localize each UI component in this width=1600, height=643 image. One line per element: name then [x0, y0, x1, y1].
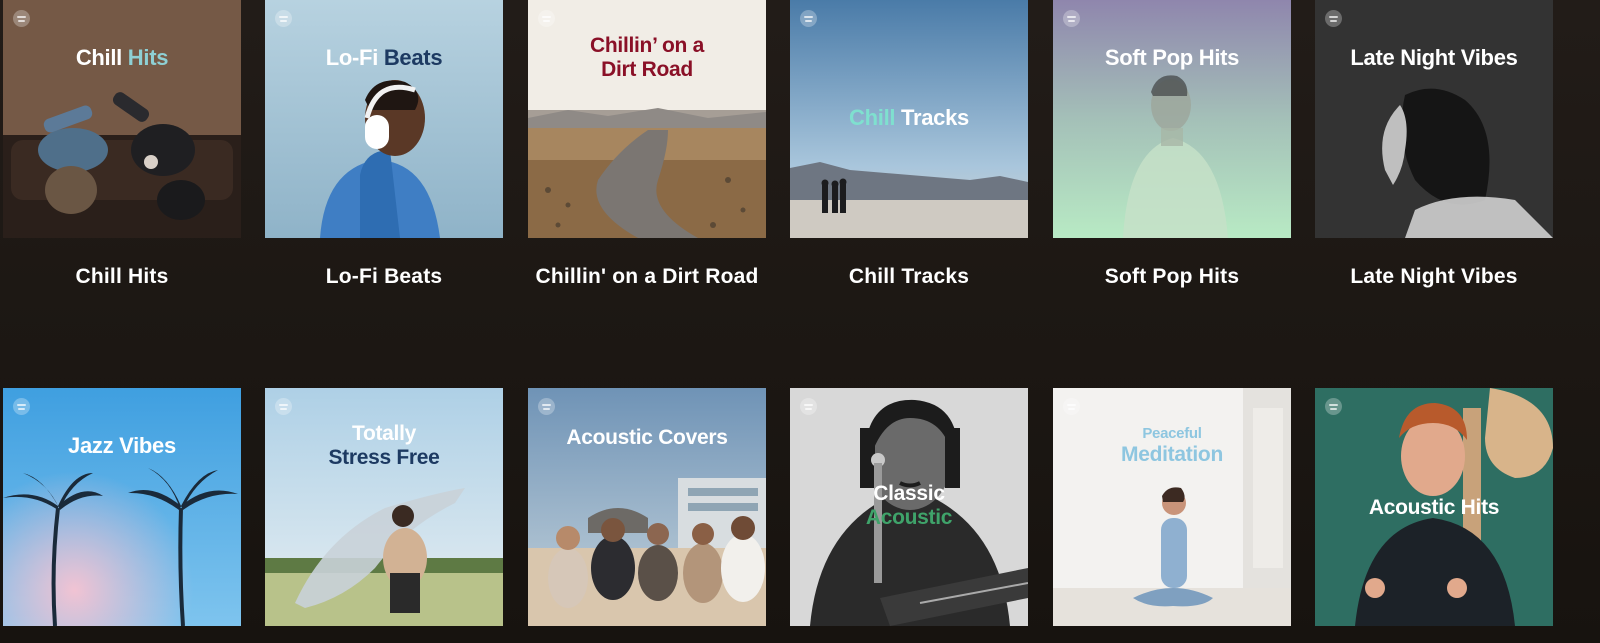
playlist-cover[interactable]: Classic Acoustic	[790, 388, 1028, 626]
playlist-card-late-night-vibes[interactable]: Late Night Vibes Late Night Vibes	[1315, 0, 1553, 293]
spotify-logo-icon	[13, 398, 30, 415]
spotify-logo-icon	[800, 398, 817, 415]
playlist-cover[interactable]: Chill Hits	[3, 0, 241, 238]
playlist-card-acoustic-covers[interactable]: Acoustic Covers	[528, 388, 766, 626]
playlist-card-chill-tracks[interactable]: Chill Tracks Chill Tracks	[790, 0, 1028, 293]
playlist-card-chill-hits[interactable]: Chill Hits Chill Hits	[3, 0, 241, 293]
playlist-card-classic-acoustic[interactable]: Classic Acoustic	[790, 388, 1028, 626]
cover-title: Totally Stress Free	[328, 422, 440, 469]
playlist-title[interactable]: Chill Hits	[3, 260, 241, 293]
spotify-logo-icon	[13, 10, 30, 27]
spotify-logo-icon	[275, 398, 292, 415]
cover-art-image	[3, 0, 241, 238]
spotify-logo-icon	[275, 10, 292, 27]
spotify-logo-icon	[1325, 398, 1342, 415]
playlist-grid: Chill Hits Chill Hits Lo-Fi Beats Lo-Fi …	[3, 0, 1600, 643]
cover-art-image	[3, 388, 241, 626]
playlist-title[interactable]: Soft Pop Hits	[1053, 260, 1291, 293]
playlist-card-peaceful-meditation[interactable]: Peaceful Meditation	[1053, 388, 1291, 626]
cover-title: Late Night Vibes	[1350, 45, 1518, 70]
playlist-grid-page: Chill Hits Chill Hits Lo-Fi Beats Lo-Fi …	[0, 0, 1600, 643]
playlist-card-soft-pop-hits[interactable]: Soft Pop Hits Soft Pop Hits	[1053, 0, 1291, 293]
cover-art-image	[265, 0, 503, 238]
cover-art-image	[1315, 0, 1553, 238]
playlist-cover[interactable]: Peaceful Meditation	[1053, 388, 1291, 626]
playlist-cover[interactable]: Chillin’ on a Dirt Road	[528, 0, 766, 238]
playlist-card-jazz-vibes[interactable]: Jazz Vibes	[3, 388, 241, 626]
playlist-title[interactable]: Late Night Vibes	[1315, 260, 1553, 293]
playlist-card-lofi-beats[interactable]: Lo-Fi Beats Lo-Fi Beats	[265, 0, 503, 293]
cover-title: Lo-Fi Beats	[325, 45, 443, 70]
cover-title: Soft Pop Hits	[1104, 45, 1240, 70]
cover-title: Chill Tracks	[849, 105, 969, 130]
cover-title: Acoustic Covers	[566, 426, 728, 449]
cover-title: Jazz Vibes	[68, 433, 176, 458]
playlist-card-totally-stress-free[interactable]: Totally Stress Free	[265, 388, 503, 626]
playlist-title[interactable]: Chillin' on a Dirt Road	[528, 260, 766, 293]
cover-art-image	[1053, 0, 1291, 238]
playlist-cover[interactable]: Acoustic Hits	[1315, 388, 1553, 626]
spotify-logo-icon	[538, 398, 555, 415]
cover-title: Chill Hits	[75, 45, 169, 70]
playlist-cover[interactable]: Jazz Vibes	[3, 388, 241, 626]
playlist-cover[interactable]: Chill Tracks	[790, 0, 1028, 238]
cover-title: Classic Acoustic	[865, 482, 953, 529]
cover-art-image	[1053, 388, 1291, 626]
playlist-card-acoustic-hits[interactable]: Acoustic Hits	[1315, 388, 1553, 626]
playlist-title[interactable]: Lo-Fi Beats	[265, 260, 503, 293]
spotify-logo-icon	[538, 10, 555, 27]
playlist-cover[interactable]: Soft Pop Hits	[1053, 0, 1291, 238]
playlist-title[interactable]: Chill Tracks	[790, 260, 1028, 293]
playlist-cover[interactable]: Acoustic Covers	[528, 388, 766, 626]
spotify-logo-icon	[1063, 398, 1080, 415]
playlist-cover[interactable]: Late Night Vibes	[1315, 0, 1553, 238]
cover-title: Chillin’ on a Dirt Road	[590, 34, 704, 81]
playlist-card-chillin-on-a-dirt-road[interactable]: Chillin’ on a Dirt Road Chillin' on a Di…	[528, 0, 766, 293]
playlist-cover[interactable]: Lo-Fi Beats	[265, 0, 503, 238]
spotify-logo-icon	[800, 10, 817, 27]
playlist-cover[interactable]: Totally Stress Free	[265, 388, 503, 626]
cover-title: Peaceful Meditation	[1121, 425, 1223, 466]
cover-title: Acoustic Hits	[1368, 496, 1500, 519]
spotify-logo-icon	[1325, 10, 1342, 27]
cover-art-image	[528, 388, 766, 626]
spotify-logo-icon	[1063, 10, 1080, 27]
